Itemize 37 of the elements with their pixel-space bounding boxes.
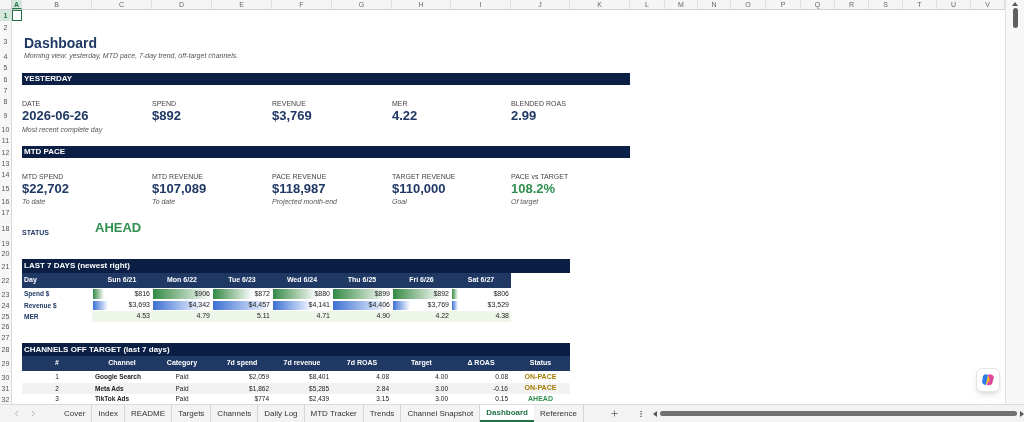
section-header: YESTERDAY <box>22 73 630 85</box>
scroll-right-icon[interactable] <box>1020 410 1024 417</box>
scroll-left-icon[interactable] <box>652 410 657 417</box>
sheet-tab[interactable]: Channels <box>211 405 259 422</box>
kpi-value: 2026-06-26 <box>22 107 90 124</box>
section-header: MTD PACE <box>22 146 630 158</box>
kpi-value: $3,769 <box>272 107 313 124</box>
sheet-tab[interactable]: README <box>124 405 173 422</box>
kpi-value: 108.2% <box>511 180 557 196</box>
sheet-tab[interactable]: Daily Log <box>258 405 305 422</box>
kpi-value: $22,702 <box>22 180 70 196</box>
kpi-value: $118,987 <box>272 180 327 196</box>
selected-cell[interactable] <box>12 10 22 21</box>
sheet-title: Dashboard <box>23 34 99 53</box>
kpi-value: 4.22 <box>392 107 419 124</box>
kpi-value: 2.99 <box>511 107 538 124</box>
sheet-tab[interactable]: Index <box>92 405 125 422</box>
sheet-tab[interactable]: Reference <box>534 405 584 422</box>
add-sheet-icon[interactable] <box>609 409 619 418</box>
kpi-value: $107,089 <box>152 180 208 196</box>
sheet-tab[interactable]: Cover <box>57 405 93 422</box>
kpi-value: $110,000 <box>392 180 447 196</box>
horizontal-scrollbar[interactable] <box>652 408 1024 419</box>
sheet-tab[interactable]: Dashboard <box>480 405 534 422</box>
status-value: AHEAD <box>94 219 143 238</box>
assistant-icon <box>981 373 995 387</box>
sheet-tab[interactable]: Trends <box>363 405 402 422</box>
scroll-thumb[interactable] <box>1012 8 1018 28</box>
section-header: LAST 7 DAYS (newest right) <box>22 259 570 273</box>
scroll-thumb[interactable] <box>659 411 1017 416</box>
scroll-up-icon[interactable] <box>1012 2 1018 6</box>
section-header: CHANNELS OFF TARGET (last 7 days) <box>22 343 570 356</box>
assistant-button[interactable] <box>976 368 1000 392</box>
kpi-value: $892 <box>152 107 182 124</box>
sheet-tab[interactable]: Targets <box>172 405 212 422</box>
vertical-scrollbar[interactable] <box>1005 0 1024 404</box>
sheet-tab[interactable]: MTD Tracker <box>304 405 364 422</box>
